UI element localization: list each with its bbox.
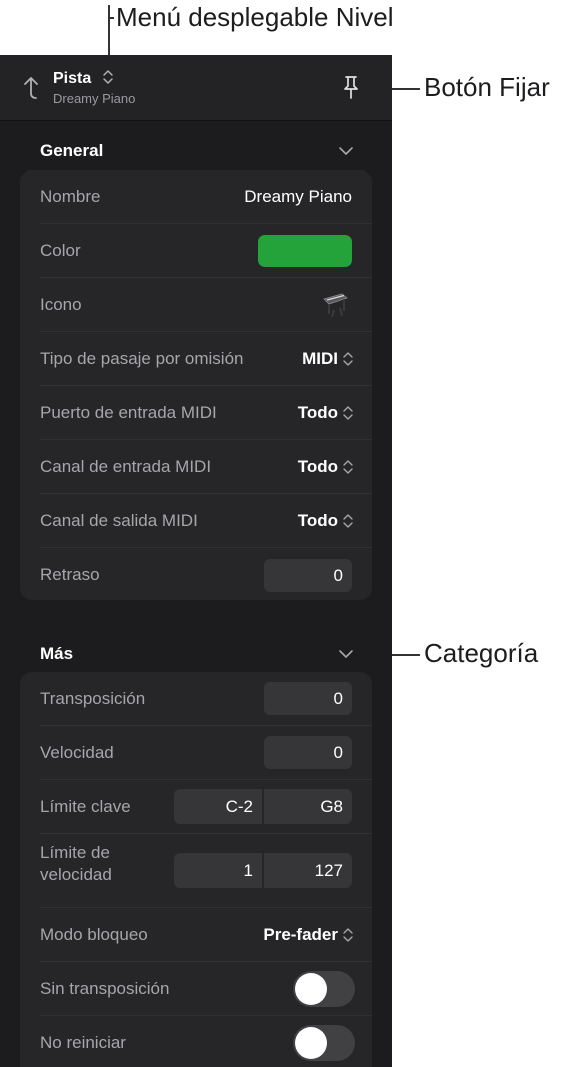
- row-label: Modo bloqueo: [40, 925, 148, 944]
- section-general-title[interactable]: General: [40, 141, 103, 161]
- row-label: Transposición: [40, 689, 146, 708]
- color-swatch[interactable]: [258, 235, 352, 267]
- row-label: Nombre: [40, 187, 101, 206]
- row-transposicion[interactable]: Transposición 0: [20, 672, 372, 726]
- row-label: Icono: [40, 295, 82, 314]
- section-mas-title[interactable]: Más: [40, 644, 73, 664]
- key-limit-low-field[interactable]: C-2: [174, 789, 262, 824]
- row-canal-entrada[interactable]: Canal de entrada MIDI Todo: [20, 440, 372, 494]
- mas-card: Transposición 0 Velocidad 0 Límite clave…: [20, 672, 372, 1067]
- no-transpose-toggle[interactable]: [293, 971, 355, 1007]
- region-type-popup[interactable]: MIDI: [302, 349, 338, 369]
- row-label-line2: velocidad: [40, 865, 112, 884]
- no-reset-toggle[interactable]: [293, 1025, 355, 1061]
- row-icono[interactable]: Icono: [20, 278, 372, 332]
- row-sin-transposicion[interactable]: Sin transposición: [20, 962, 372, 1016]
- level-menu-title[interactable]: Pista: [53, 70, 91, 88]
- row-tipo-pasaje[interactable]: Tipo de pasaje por omisión MIDI: [20, 332, 372, 386]
- row-velocidad[interactable]: Velocidad 0: [20, 726, 372, 780]
- updown-chevron-icon: [343, 928, 353, 942]
- general-card: Nombre Dreamy Piano Color Icono Tipo de …: [20, 170, 372, 600]
- row-retraso[interactable]: Retraso 0: [20, 548, 372, 602]
- callout-category: Categoría: [424, 638, 539, 668]
- midi-in-channel-popup[interactable]: Todo: [298, 457, 338, 477]
- updown-chevron-icon: [343, 406, 353, 420]
- back-arrow-icon[interactable]: [20, 75, 42, 101]
- updown-chevron-icon: [343, 514, 353, 528]
- delay-field[interactable]: 0: [264, 559, 352, 592]
- row-label-line1: Límite de: [40, 843, 110, 862]
- updown-chevron-icon: [343, 460, 353, 474]
- row-label: Puerto de entrada MIDI: [40, 403, 217, 422]
- inspector-panel: Pista Dreamy Piano General Nombre Dreamy…: [0, 55, 392, 1067]
- panel-header: Pista Dreamy Piano: [0, 55, 392, 121]
- velocity-field[interactable]: 0: [264, 736, 352, 769]
- velocity-limit-low-field[interactable]: 1: [174, 853, 262, 888]
- key-limit-high-field[interactable]: G8: [264, 789, 352, 824]
- chevron-down-icon[interactable]: [338, 649, 354, 659]
- row-limite-velocidad[interactable]: Límite de velocidad 1 127: [20, 834, 372, 908]
- row-canal-salida[interactable]: Canal de salida MIDI Todo: [20, 494, 372, 548]
- row-label: No reiniciar: [40, 1033, 126, 1052]
- row-label: Canal de salida MIDI: [40, 511, 198, 530]
- row-no-reiniciar[interactable]: No reiniciar: [20, 1016, 372, 1067]
- toggle-knob: [295, 1027, 327, 1059]
- callout-line-level-top: [108, 17, 114, 19]
- velocity-limit-high-field[interactable]: 127: [264, 853, 352, 888]
- row-limite-clave[interactable]: Límite clave C-2 G8: [20, 780, 372, 834]
- updown-chevron-icon[interactable]: [102, 69, 114, 85]
- row-label: Canal de entrada MIDI: [40, 457, 212, 476]
- row-label: Velocidad: [40, 743, 114, 762]
- toggle-knob: [295, 973, 327, 1005]
- updown-chevron-icon: [343, 352, 353, 366]
- row-nombre[interactable]: Nombre Dreamy Piano: [20, 170, 372, 224]
- track-name-subtitle: Dreamy Piano: [53, 91, 136, 106]
- row-label: Límite clave: [40, 797, 131, 816]
- row-label: Color: [40, 241, 81, 260]
- midi-out-channel-popup[interactable]: Todo: [298, 511, 338, 531]
- row-label: Límite de velocidad: [40, 842, 112, 886]
- pin-icon[interactable]: [340, 74, 362, 100]
- row-color[interactable]: Color: [20, 224, 372, 278]
- callout-pin-button: Botón Fijar: [424, 72, 550, 102]
- piano-icon[interactable]: [320, 289, 350, 321]
- row-label: Tipo de pasaje por omisión: [40, 349, 244, 368]
- transpose-field[interactable]: 0: [264, 682, 352, 715]
- callout-level-menu: Menú desplegable Nivel: [116, 2, 394, 32]
- midi-in-port-popup[interactable]: Todo: [298, 403, 338, 423]
- chevron-down-icon[interactable]: [338, 146, 354, 156]
- row-puerto-entrada[interactable]: Puerto de entrada MIDI Todo: [20, 386, 372, 440]
- row-modo-bloqueo[interactable]: Modo bloqueo Pre-fader: [20, 908, 372, 962]
- freeze-mode-popup[interactable]: Pre-fader: [263, 925, 338, 945]
- row-label: Retraso: [40, 565, 100, 584]
- row-label: Sin transposición: [40, 979, 170, 998]
- name-value[interactable]: Dreamy Piano: [244, 187, 352, 207]
